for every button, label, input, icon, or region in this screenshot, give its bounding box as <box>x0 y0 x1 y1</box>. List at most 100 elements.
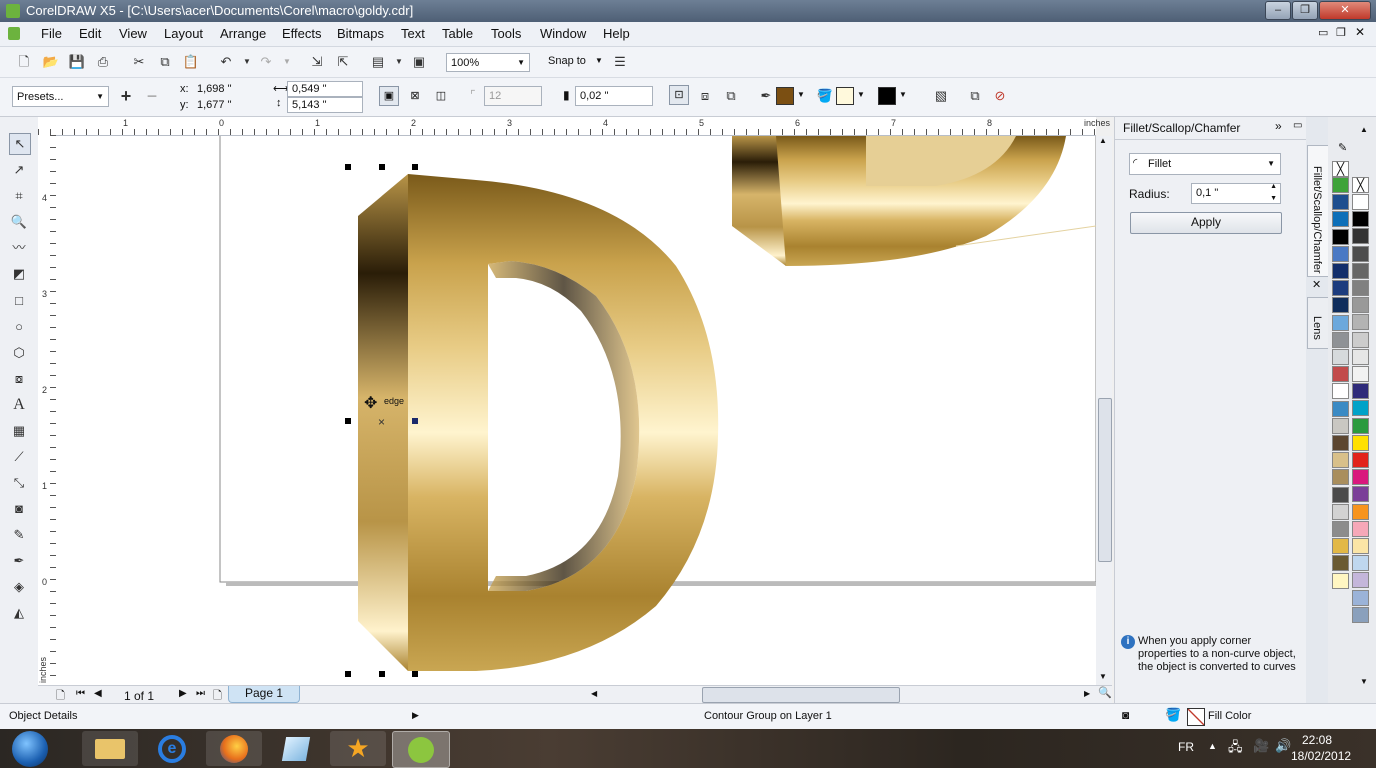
dimension-tool-icon[interactable]: ⟋ <box>9 447 29 467</box>
width-field[interactable]: 0,549 " <box>287 81 363 97</box>
menu-view[interactable]: View <box>119 26 147 41</box>
doc-close-icon[interactable]: ✕ <box>1355 25 1365 39</box>
explorer-taskbar-icon[interactable] <box>82 731 138 766</box>
docker-tab-lens[interactable]: Lens <box>1307 297 1329 349</box>
freehand-tool-icon[interactable]: 〰 <box>9 238 29 258</box>
corner-scallop-button[interactable]: ⊠ <box>405 86 425 106</box>
palette-swatch[interactable] <box>1332 521 1349 537</box>
wrap-text-icon[interactable]: ▧ <box>932 87 950 105</box>
palette-swatch[interactable] <box>1352 434 1369 451</box>
palette-swatch[interactable] <box>1332 435 1349 451</box>
radius-field[interactable]: 0,1 " ▲ ▼ <box>1191 183 1281 204</box>
palette-swatch[interactable] <box>1332 486 1349 503</box>
ellipse-tool-icon[interactable]: ○ <box>9 317 29 337</box>
palette-swatch[interactable] <box>1332 469 1349 486</box>
relative-corner-button[interactable]: ⊡ <box>669 85 689 105</box>
cut-icon[interactable]: ✂ <box>130 53 148 71</box>
corner-round-button[interactable]: ▣ <box>379 86 399 106</box>
palette-swatch[interactable] <box>1352 417 1369 434</box>
palette-swatch[interactable] <box>1332 366 1349 383</box>
show-hidden-icons-icon[interactable]: ▲ <box>1208 741 1217 751</box>
docker-minimize-icon[interactable]: ▭ <box>1293 120 1302 131</box>
menu-table[interactable]: Table <box>442 26 473 41</box>
horizontal-scroll-thumb[interactable] <box>702 687 900 703</box>
palette-swatch[interactable] <box>1352 503 1369 520</box>
menu-window[interactable]: Window <box>540 26 586 41</box>
eyedropper-icon[interactable]: ✎ <box>9 525 29 545</box>
palette-swatch[interactable] <box>1332 245 1349 262</box>
fill-color-bucket-icon[interactable]: 🪣 <box>816 87 834 105</box>
scroll-down-icon[interactable]: ▼ <box>1099 672 1107 681</box>
palette-swatch[interactable] <box>1332 194 1349 211</box>
language-indicator[interactable]: FR <box>1178 740 1194 754</box>
outline-color-dropdown-icon[interactable]: ▼ <box>797 90 805 99</box>
palette-swatch[interactable] <box>1332 572 1349 589</box>
palette-swatch[interactable] <box>1352 280 1369 296</box>
no-color-swatch-2[interactable]: ╳ <box>1352 177 1369 193</box>
scroll-left-icon[interactable]: ◀ <box>591 689 597 698</box>
no-icon[interactable]: ⊘ <box>991 87 1009 105</box>
smart-fill-icon[interactable]: ◩ <box>9 264 29 284</box>
print-icon[interactable]: ⎙ <box>94 53 112 71</box>
docker-tab-close-icon[interactable]: ✕ <box>1312 278 1321 291</box>
paste-icon[interactable]: 📋 <box>182 53 200 71</box>
palette-swatch[interactable] <box>1352 400 1369 417</box>
page-tab[interactable]: Page 1 <box>228 686 300 703</box>
palette-swatch[interactable] <box>1352 262 1369 279</box>
fill-tool-icon[interactable]: ◈ <box>9 577 29 597</box>
apply-button[interactable]: Apply <box>1130 212 1282 234</box>
outline-color-swatch[interactable] <box>776 87 794 105</box>
palette-swatch[interactable] <box>1332 349 1349 365</box>
palette-swatch[interactable] <box>1352 606 1369 623</box>
palette-swatch[interactable] <box>1332 503 1349 520</box>
palette-swatch[interactable] <box>1332 383 1349 400</box>
copy-icon[interactable]: ⧉ <box>156 53 174 71</box>
snap-dropdown-icon[interactable]: ▼ <box>595 56 603 65</box>
table-tool-icon[interactable]: ▦ <box>9 421 29 441</box>
palette-swatch[interactable] <box>1352 383 1369 400</box>
y-position-field[interactable]: 1,677 " <box>192 97 266 113</box>
no-color-swatch[interactable]: ╳ <box>1332 161 1349 177</box>
palette-swatch[interactable] <box>1332 538 1349 555</box>
menu-bitmaps[interactable]: Bitmaps <box>337 26 384 41</box>
shape-tool-icon[interactable]: ↗ <box>9 160 29 180</box>
maximize-button[interactable]: ❐ <box>1292 1 1318 20</box>
palette-swatch[interactable] <box>1332 211 1349 228</box>
app-taskbar-icon[interactable] <box>268 731 324 766</box>
height-field[interactable]: 5,143 " <box>287 97 363 113</box>
palette-swatch[interactable] <box>1352 469 1369 486</box>
palette-swatch[interactable] <box>1352 538 1369 554</box>
volume-icon[interactable]: 🔊 <box>1275 738 1291 754</box>
publish-pdf-icon[interactable]: ▤ <box>369 53 387 71</box>
close-button[interactable]: ✕ <box>1319 1 1371 20</box>
menu-tools[interactable]: Tools <box>491 26 521 41</box>
outline-pen-color-icon[interactable]: ✒ <box>757 87 775 105</box>
snap-to-dropdown[interactable]: Snap to <box>548 55 586 67</box>
menu-help[interactable]: Help <box>603 26 630 41</box>
palette-swatch[interactable] <box>1332 297 1349 314</box>
palette-swatch[interactable] <box>1332 555 1349 572</box>
menu-effects[interactable]: Effects <box>282 26 322 41</box>
menu-file[interactable]: File <box>41 26 62 41</box>
palette-swatch[interactable] <box>1352 194 1369 210</box>
next-page-icon[interactable]: ▶ <box>179 688 187 699</box>
export-icon[interactable]: ⇱ <box>334 53 352 71</box>
add-preset-icon[interactable]: + <box>117 87 135 105</box>
corner-chamfer-button[interactable]: ◫ <box>431 86 451 106</box>
import-icon[interactable]: ⇲ <box>308 53 326 71</box>
menu-arrange[interactable]: Arrange <box>220 26 266 41</box>
palette-swatch[interactable] <box>1352 452 1369 468</box>
undo-icon[interactable]: ↶ <box>217 53 235 71</box>
to-front-icon[interactable]: ⧉ <box>966 87 984 105</box>
x-position-field[interactable]: 1,698 " <box>192 81 266 97</box>
crop-tool-icon[interactable]: ⌗ <box>9 186 29 206</box>
docker-expand-icon[interactable]: » <box>1275 119 1282 133</box>
vertical-ruler[interactable]: 4 3 2 1 0 inches <box>38 135 57 685</box>
scroll-right-icon[interactable]: ▶ <box>1084 689 1090 698</box>
ie-taskbar-icon[interactable]: e <box>144 731 200 766</box>
vertical-scrollbar[interactable]: ▲ ▼ <box>1096 136 1112 685</box>
doc-minimize-icon[interactable]: ▭ <box>1318 26 1328 39</box>
palette-swatch[interactable] <box>1352 555 1369 572</box>
palette-swatch[interactable] <box>1332 452 1349 469</box>
firefox-taskbar-icon[interactable] <box>206 731 262 766</box>
